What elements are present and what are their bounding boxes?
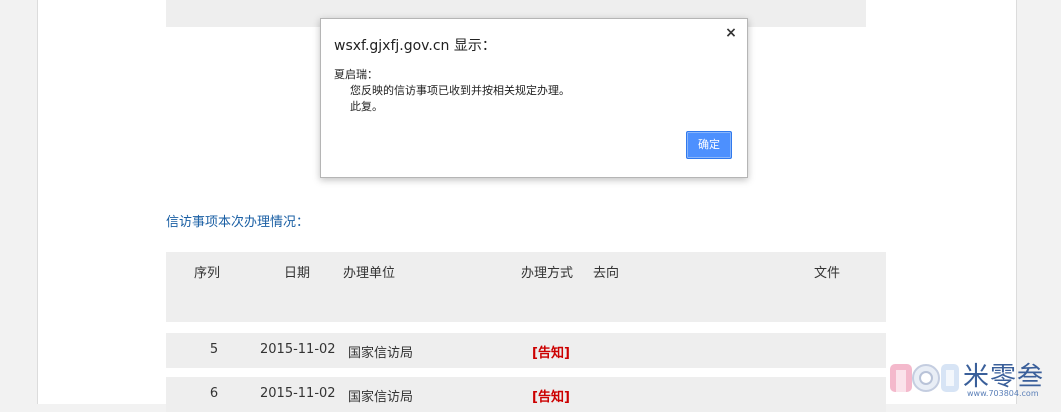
- header-seq: 序列: [194, 266, 221, 281]
- dialog-closing: 此复。: [350, 100, 383, 113]
- row-date: 2015-11-02: [260, 342, 336, 357]
- watermark-text: 米零叁: [963, 362, 1045, 392]
- header-unit: 办理单位: [343, 266, 396, 281]
- row-unit: 国家信访局: [348, 346, 414, 361]
- table-row: 5 2015-11-02 国家信访局 [告知]: [166, 333, 886, 368]
- watermark-logo-icon: [890, 364, 959, 392]
- row-method-link[interactable]: [告知]: [532, 342, 570, 361]
- header-date: 日期: [284, 266, 311, 281]
- header-method: 办理方式: [521, 266, 574, 281]
- row-method-link[interactable]: [告知]: [532, 386, 570, 405]
- header-direction: 去向: [593, 266, 620, 281]
- watermark-url: www.703804.com: [967, 389, 1039, 398]
- dialog-message-line: 您反映的信访事项已收到并按相关规定办理。: [350, 84, 570, 97]
- row-seq: 5: [209, 342, 219, 357]
- table-row: 6 2015-11-02 国家信访局 [告知]: [166, 377, 886, 412]
- section-title: 信访事项本次办理情况：: [166, 215, 310, 230]
- close-icon[interactable]: ×: [724, 26, 738, 40]
- header-file: 文件: [814, 266, 841, 281]
- table-header: 序列 日期 办理单位 办理方式 去向 文件: [166, 252, 886, 322]
- alert-dialog: wsxf.gjxfj.gov.cn 显示： × 夏启瑞： 您反映的信访事项已收到…: [320, 18, 748, 178]
- row-date: 2015-11-02: [260, 386, 336, 401]
- ok-button[interactable]: 确定: [686, 131, 732, 159]
- dialog-message: 夏启瑞： 您反映的信访事项已收到并按相关规定办理。 此复。: [334, 67, 570, 115]
- watermark: 米零叁 www.703804.com: [889, 356, 1059, 402]
- dialog-greeting: 夏启瑞：: [334, 68, 378, 81]
- dialog-title: wsxf.gjxfj.gov.cn 显示：: [334, 38, 496, 54]
- row-seq: 6: [209, 386, 219, 401]
- row-unit: 国家信访局: [348, 390, 414, 405]
